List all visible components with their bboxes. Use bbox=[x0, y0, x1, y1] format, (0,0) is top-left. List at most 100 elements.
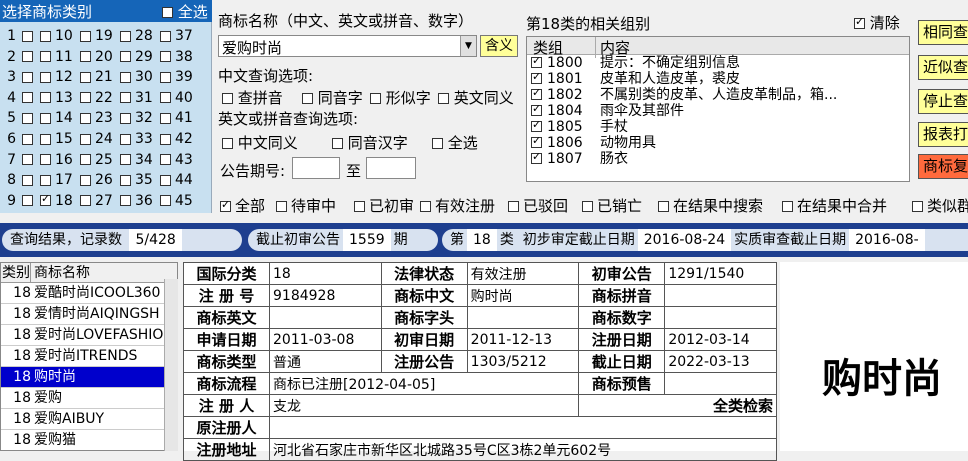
category-checkbox[interactable] bbox=[120, 133, 131, 145]
filter-checkbox[interactable] bbox=[420, 201, 431, 212]
category-checkbox[interactable] bbox=[120, 51, 131, 63]
cn-option-checkbox[interactable] bbox=[302, 93, 313, 104]
category-checkbox[interactable] bbox=[22, 195, 33, 207]
category-4[interactable]: 4 bbox=[2, 90, 33, 106]
category-checkbox[interactable] bbox=[160, 112, 171, 124]
cn-option-checkbox[interactable] bbox=[370, 93, 381, 104]
select-all-checkbox[interactable] bbox=[162, 7, 173, 18]
group-checkbox[interactable] bbox=[531, 54, 542, 68]
category-9[interactable]: 9 bbox=[2, 193, 33, 209]
category-33[interactable]: 33 bbox=[120, 131, 153, 147]
group-row[interactable]: 1804 雨伞及其部件 bbox=[527, 102, 909, 119]
category-25[interactable]: 25 bbox=[80, 152, 113, 168]
category-checkbox[interactable] bbox=[160, 51, 171, 63]
group-row[interactable]: 1800 提示：不确定组别信息 bbox=[527, 54, 909, 71]
en-option-0[interactable]: 中文同义 bbox=[222, 132, 298, 153]
category-6[interactable]: 6 bbox=[2, 131, 33, 147]
group-row[interactable]: 1802 不属别类的皮革、人造皮革制品，箱... bbox=[527, 86, 909, 103]
category-checkbox[interactable] bbox=[40, 192, 51, 207]
category-11[interactable]: 11 bbox=[40, 49, 73, 65]
category-checkbox[interactable] bbox=[22, 133, 33, 145]
category-checkbox[interactable] bbox=[80, 174, 91, 186]
group-checkbox[interactable] bbox=[531, 102, 542, 116]
category-checkbox[interactable] bbox=[80, 51, 91, 63]
category-checkbox[interactable] bbox=[160, 92, 171, 104]
filter-1[interactable]: 待审中 bbox=[276, 195, 336, 216]
category-checkbox[interactable] bbox=[40, 112, 51, 124]
category-7[interactable]: 7 bbox=[2, 152, 33, 168]
category-22[interactable]: 22 bbox=[80, 90, 113, 106]
category-checkbox[interactable] bbox=[120, 71, 131, 83]
filter-checkbox[interactable] bbox=[354, 201, 365, 212]
right-button-1[interactable]: 近似查 bbox=[918, 55, 968, 80]
en-option-checkbox[interactable] bbox=[222, 138, 233, 149]
category-43[interactable]: 43 bbox=[160, 152, 193, 168]
cn-option-1[interactable]: 同音字 bbox=[302, 87, 363, 108]
category-checkbox[interactable] bbox=[120, 154, 131, 166]
filter-6[interactable]: 在结果中搜索 bbox=[658, 195, 763, 216]
result-row[interactable]: 18 购时尚 bbox=[1, 367, 177, 388]
select-all-categories[interactable]: 全选 bbox=[162, 1, 208, 22]
category-41[interactable]: 41 bbox=[160, 110, 193, 126]
category-44[interactable]: 44 bbox=[160, 172, 193, 188]
category-2[interactable]: 2 bbox=[2, 49, 33, 65]
en-option-1[interactable]: 同音汉字 bbox=[332, 132, 408, 153]
group-row[interactable]: 1807 肠衣 bbox=[527, 150, 909, 167]
category-checkbox[interactable] bbox=[160, 174, 171, 186]
cn-option-checkbox[interactable] bbox=[222, 93, 233, 104]
category-3[interactable]: 3 bbox=[2, 69, 33, 85]
category-28[interactable]: 28 bbox=[120, 28, 153, 44]
category-checkbox[interactable] bbox=[22, 92, 33, 104]
group-checkbox[interactable] bbox=[531, 86, 542, 100]
filter-checkbox[interactable] bbox=[582, 201, 593, 212]
category-15[interactable]: 15 bbox=[40, 131, 73, 147]
group-row[interactable]: 1806 动物用具 bbox=[527, 134, 909, 151]
category-34[interactable]: 34 bbox=[120, 152, 153, 168]
trademark-name-input[interactable]: 爱购时尚 ▼ bbox=[218, 35, 477, 57]
category-checkbox[interactable] bbox=[120, 174, 131, 186]
category-21[interactable]: 21 bbox=[80, 69, 113, 85]
result-row[interactable]: 18 爱情时尚AIQINGSH bbox=[1, 304, 177, 325]
category-checkbox[interactable] bbox=[80, 30, 91, 42]
meaning-button[interactable]: 含义 bbox=[480, 35, 518, 57]
category-checkbox[interactable] bbox=[80, 92, 91, 104]
category-checkbox[interactable] bbox=[22, 71, 33, 83]
group-row[interactable]: 1801 皮革和人造皮革，裘皮 bbox=[527, 70, 909, 87]
result-row[interactable]: 18 爱时尚LOVEFASHIO bbox=[1, 325, 177, 346]
category-17[interactable]: 17 bbox=[40, 172, 73, 188]
category-24[interactable]: 24 bbox=[80, 131, 113, 147]
filter-3[interactable]: 有效注册 bbox=[420, 195, 495, 216]
filter-8[interactable]: 类似群 bbox=[912, 195, 968, 216]
category-checkbox[interactable] bbox=[160, 30, 171, 42]
filter-checkbox[interactable] bbox=[912, 201, 923, 212]
category-checkbox[interactable] bbox=[40, 174, 51, 186]
category-checkbox[interactable] bbox=[160, 71, 171, 83]
category-checkbox[interactable] bbox=[40, 154, 51, 166]
filter-checkbox[interactable] bbox=[782, 201, 793, 212]
cn-option-3[interactable]: 英文同义 bbox=[438, 87, 514, 108]
category-checkbox[interactable] bbox=[22, 30, 33, 42]
right-button-4[interactable]: 商标复 bbox=[918, 154, 968, 179]
result-row[interactable]: 18 爱购猫 bbox=[1, 430, 177, 450]
category-checkbox[interactable] bbox=[22, 174, 33, 186]
filter-checkbox[interactable] bbox=[658, 201, 669, 212]
category-5[interactable]: 5 bbox=[2, 110, 33, 126]
category-37[interactable]: 37 bbox=[160, 28, 193, 44]
category-16[interactable]: 16 bbox=[40, 152, 73, 168]
category-checkbox[interactable] bbox=[120, 195, 131, 207]
category-checkbox[interactable] bbox=[80, 112, 91, 124]
group-checkbox[interactable] bbox=[531, 70, 542, 84]
category-26[interactable]: 26 bbox=[80, 172, 113, 188]
category-38[interactable]: 38 bbox=[160, 49, 193, 65]
category-27[interactable]: 27 bbox=[80, 193, 113, 209]
category-30[interactable]: 30 bbox=[120, 69, 153, 85]
result-row[interactable]: 18 爱购 bbox=[1, 388, 177, 409]
category-checkbox[interactable] bbox=[120, 92, 131, 104]
category-18[interactable]: 18 bbox=[40, 192, 73, 209]
category-32[interactable]: 32 bbox=[120, 110, 153, 126]
category-13[interactable]: 13 bbox=[40, 90, 73, 106]
chevron-down-icon[interactable]: ▼ bbox=[460, 36, 476, 56]
announce-from-input[interactable] bbox=[292, 157, 340, 179]
filter-7[interactable]: 在结果中合并 bbox=[782, 195, 887, 216]
category-29[interactable]: 29 bbox=[120, 49, 153, 65]
